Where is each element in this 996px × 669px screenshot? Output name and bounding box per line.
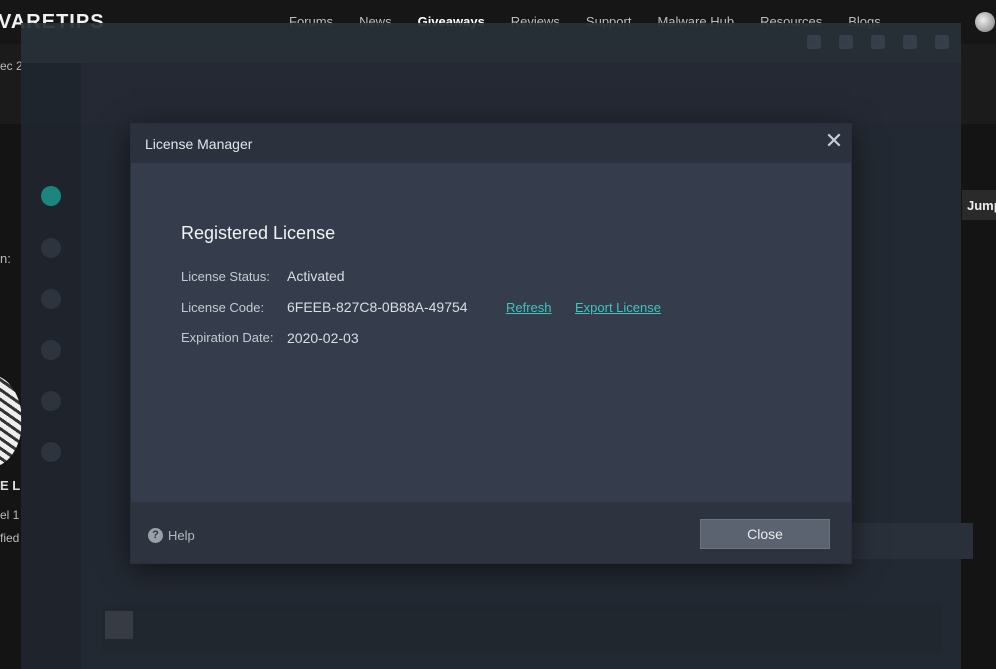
expiration-date-value: 2020-02-03 xyxy=(287,330,359,346)
forum-label-fragment: n: xyxy=(0,251,11,266)
close-icon[interactable]: ✕ xyxy=(824,130,844,152)
promo-thumbnail xyxy=(105,611,133,639)
app-promo-panel xyxy=(101,603,941,653)
dialog-title: License Manager xyxy=(145,136,253,152)
license-status-label: License Status: xyxy=(181,269,270,284)
refresh-link[interactable]: Refresh xyxy=(506,300,552,315)
forum-user-avatar[interactable] xyxy=(975,12,995,32)
export-license-link[interactable]: Export License xyxy=(575,300,661,315)
app-close-icon[interactable] xyxy=(935,35,949,49)
app-minimize-icon[interactable] xyxy=(871,35,885,49)
app-account-icon[interactable] xyxy=(839,35,853,49)
sidebar-protection-icon[interactable] xyxy=(41,289,61,309)
forum-poster-name[interactable]: E L xyxy=(0,478,20,493)
license-code-label: License Code: xyxy=(181,300,265,315)
help-button[interactable]: ? Help xyxy=(148,528,195,543)
sidebar-dashboard-icon[interactable] xyxy=(41,186,61,206)
app-background-button xyxy=(845,523,973,559)
forum-poster-level: el 1 xyxy=(0,508,20,522)
forum-date-fragment: ec 2 xyxy=(0,59,23,73)
sidebar-tools-icon[interactable] xyxy=(41,391,61,411)
sidebar-privacy-icon[interactable] xyxy=(41,340,61,360)
expiration-date-label: Expiration Date: xyxy=(181,330,274,345)
help-icon: ? xyxy=(148,528,163,543)
license-manager-dialog: License Manager ✕ Registered License Lic… xyxy=(131,124,851,563)
forum-poster-verified: fied xyxy=(0,531,20,545)
app-sidebar xyxy=(21,63,81,669)
screen: VARETIPS Forums News Giveaways Reviews S… xyxy=(0,0,996,669)
registered-license-heading: Registered License xyxy=(181,223,336,243)
app-maximize-icon[interactable] xyxy=(903,35,917,49)
help-label: Help xyxy=(168,528,195,543)
dialog-titlebar: License Manager ✕ xyxy=(131,124,851,163)
close-button[interactable]: Close xyxy=(700,519,830,549)
sidebar-action-center-icon[interactable] xyxy=(41,442,61,462)
license-code-value: 6FEEB-827C8-0B88A-49754 xyxy=(287,299,468,315)
app-settings-icon[interactable] xyxy=(807,35,821,49)
license-status-value: Activated xyxy=(287,268,345,284)
app-titlebar xyxy=(21,23,961,63)
forum-jump-button[interactable]: Jump xyxy=(962,190,996,220)
forum-poster-avatar[interactable] xyxy=(0,375,22,467)
app-window-controls xyxy=(807,35,949,49)
sidebar-scan-icon[interactable] xyxy=(41,238,61,258)
dialog-footer: ? Help Close xyxy=(131,502,851,563)
